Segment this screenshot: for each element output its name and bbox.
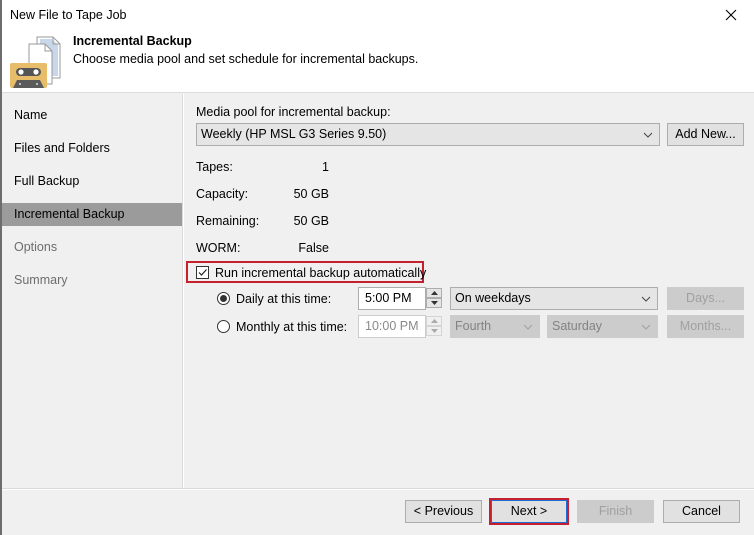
sidebar-item-full-backup[interactable]: Full Backup: [2, 170, 182, 193]
daily-radio[interactable]: [217, 292, 230, 305]
worm-value: False: [298, 241, 329, 255]
arrow-up-icon: [430, 291, 438, 295]
title-bar: New File to Tape Job: [2, 0, 754, 30]
daily-time-input[interactable]: 5:00 PM: [358, 287, 426, 310]
days-button[interactable]: Days...: [667, 287, 744, 310]
arrow-up-icon: [430, 319, 438, 323]
sidebar-item-name[interactable]: Name: [2, 104, 182, 127]
monthly-week-select[interactable]: Fourth: [450, 315, 540, 338]
next-button[interactable]: Next >: [491, 500, 567, 523]
daily-days-value: On weekdays: [455, 291, 531, 305]
sidebar-item-options[interactable]: Options: [2, 236, 182, 259]
chevron-down-icon: [641, 288, 651, 309]
chevron-down-icon: [523, 316, 533, 337]
daily-label[interactable]: Daily at this time:: [236, 292, 331, 306]
media-pool-value: Weekly (HP MSL G3 Series 9.50): [201, 127, 387, 141]
monthly-radio[interactable]: [217, 320, 230, 333]
remaining-value: 50 GB: [293, 214, 329, 228]
monthly-label[interactable]: Monthly at this time:: [236, 320, 347, 334]
daily-days-select[interactable]: On weekdays: [450, 287, 658, 310]
chevron-down-icon: [641, 316, 651, 337]
daily-time-spinner[interactable]: [426, 288, 442, 309]
monthly-day-value: Saturday: [552, 319, 603, 333]
spin-down-button[interactable]: [426, 298, 442, 308]
worm-label: WORM:: [196, 241, 241, 255]
window-title: New File to Tape Job: [10, 8, 127, 22]
close-icon: [725, 9, 737, 21]
wizard-header: Incremental Backup Choose media pool and…: [2, 30, 754, 93]
cancel-button[interactable]: Cancel: [663, 500, 740, 523]
step-description: Choose media pool and set schedule for i…: [73, 52, 419, 66]
tapes-label: Tapes:: [196, 160, 233, 174]
arrow-down-icon: [430, 329, 438, 333]
capacity-label: Capacity:: [196, 187, 249, 201]
sidebar-item-incremental-backup[interactable]: Incremental Backup: [2, 203, 182, 226]
spin-up-button[interactable]: [426, 316, 442, 326]
remaining-label: Remaining:: [196, 214, 260, 228]
chevron-down-icon: [643, 124, 653, 145]
spin-down-button[interactable]: [426, 326, 442, 336]
monthly-time-spinner[interactable]: [426, 316, 442, 337]
capacity-value: 50 GB: [293, 187, 329, 201]
months-button[interactable]: Months...: [667, 315, 744, 338]
run-automatically-label[interactable]: Run incremental backup automatically: [215, 266, 426, 280]
media-pool-select[interactable]: Weekly (HP MSL G3 Series 9.50): [196, 123, 660, 146]
add-new-button[interactable]: Add New...: [667, 123, 744, 146]
tape-files-icon: [10, 36, 61, 88]
wizard-steps-sidebar: Name Files and Folders Full Backup Incre…: [2, 94, 182, 488]
sidebar-item-files-and-folders[interactable]: Files and Folders: [2, 137, 182, 160]
spin-up-button[interactable]: [426, 288, 442, 298]
checkmark-icon: [198, 269, 207, 276]
previous-button[interactable]: < Previous: [405, 500, 482, 523]
step-content: Media pool for incremental backup: Weekl…: [184, 94, 754, 488]
close-button[interactable]: [708, 0, 754, 30]
arrow-down-icon: [430, 301, 438, 305]
media-pool-label: Media pool for incremental backup:: [196, 105, 391, 119]
wizard-footer: < Previous Next > Finish Cancel: [2, 490, 754, 535]
tapes-value: 1: [322, 160, 329, 174]
wizard-window: New File to Tape Job Incremental Backup …: [0, 0, 754, 535]
monthly-time-input[interactable]: 10:00 PM: [358, 315, 426, 338]
finish-button[interactable]: Finish: [577, 500, 654, 523]
run-automatically-checkbox[interactable]: [196, 266, 209, 279]
monthly-week-value: Fourth: [455, 319, 492, 333]
sidebar-item-summary[interactable]: Summary: [2, 269, 182, 292]
step-title: Incremental Backup: [73, 34, 192, 48]
monthly-day-select[interactable]: Saturday: [547, 315, 658, 338]
